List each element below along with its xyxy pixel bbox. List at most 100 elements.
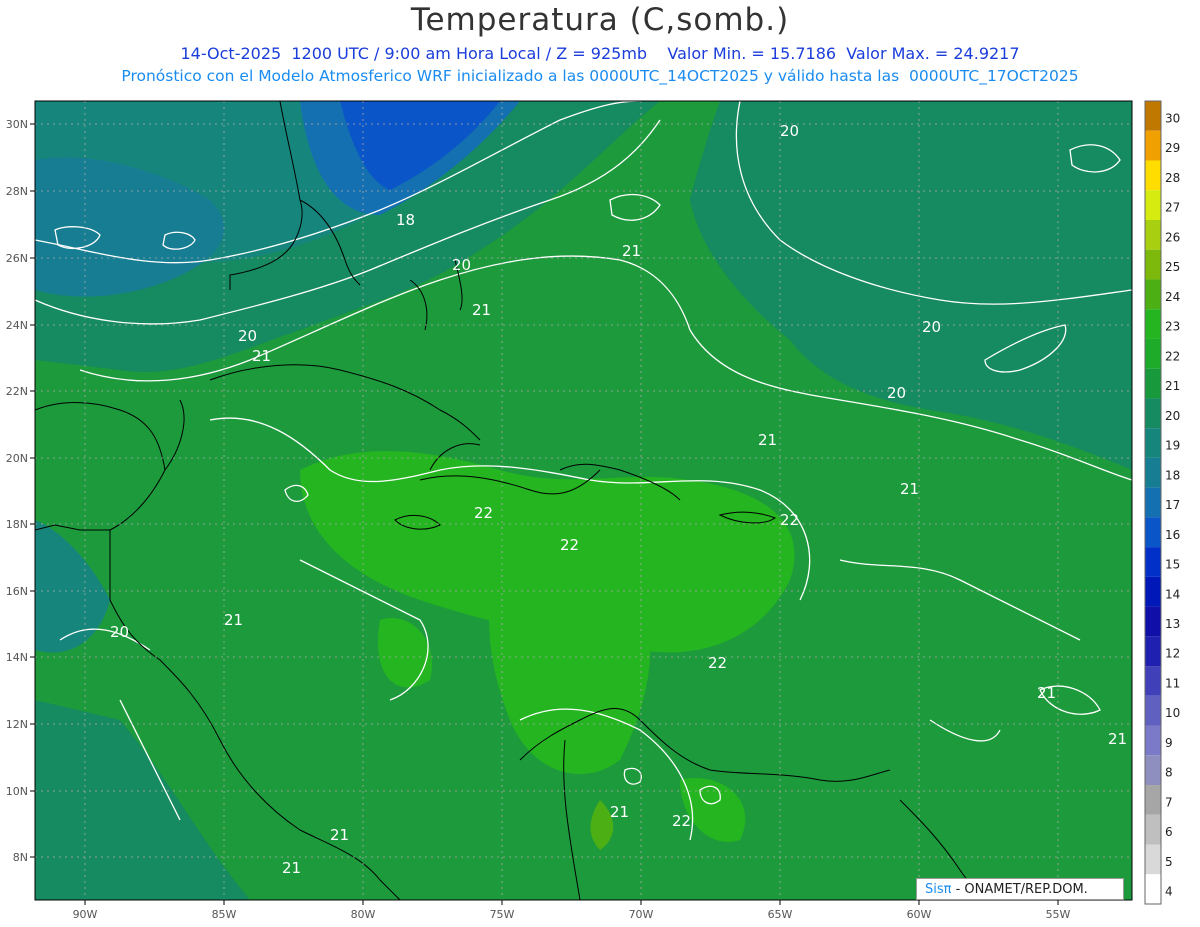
forecast-info: 14-Oct-2025 1200 UTC / 9:00 am Hora Loca…	[180, 44, 1020, 63]
contour-label: 20	[452, 256, 471, 274]
colorbar-label: 25	[1165, 260, 1180, 274]
colorbar: 30 29 28 27 26 25 24 23 22 21 20 19 18 17 16 15 14 13 12 11…	[1144, 100, 1180, 905]
lon-label: 65W	[768, 908, 793, 921]
colorbar-swatch	[1145, 517, 1161, 548]
colorbar-label: 4	[1165, 885, 1173, 899]
colorbar-swatch	[1145, 428, 1161, 458]
colorbar-label: 6	[1165, 825, 1173, 839]
colorbar-label: 23	[1165, 320, 1180, 334]
model-info: Pronóstico con el Modelo Atmosferico WRF…	[121, 67, 1079, 85]
colorbar-label: 10	[1165, 706, 1180, 720]
weather-map: 20 18 20 21 21 20 21 20 20 21 21 22 22 2…	[6, 100, 1180, 921]
lon-label: 70W	[629, 908, 654, 921]
lat-label: 10N	[6, 785, 28, 798]
colorbar-swatch	[1145, 725, 1161, 756]
colorbar-swatch	[1145, 695, 1161, 726]
colorbar-label: 16	[1165, 528, 1180, 542]
contour-label: 22	[780, 511, 799, 529]
latitude-labels: 30N 28N 26N 24N 22N 20N 18N 16N 14N 12N …	[6, 118, 28, 864]
colorbar-swatch	[1145, 755, 1161, 786]
lat-label: 18N	[6, 518, 28, 531]
colorbar-swatch	[1145, 576, 1161, 607]
colorbar-label: 28	[1165, 171, 1180, 185]
lon-label: 80W	[351, 908, 376, 921]
colorbar-label: 29	[1165, 141, 1180, 155]
colorbar-swatch	[1145, 547, 1161, 577]
colorbar-swatch	[1145, 338, 1161, 369]
colorbar-label: 15	[1165, 558, 1180, 572]
colorbar-swatch	[1145, 844, 1161, 875]
contour-label: 22	[474, 504, 493, 522]
contour-label: 21	[622, 242, 641, 260]
contour-label: 21	[282, 859, 301, 877]
colorbar-label: 11	[1165, 676, 1180, 690]
contour-label: 21	[900, 480, 919, 498]
lon-label: 85W	[212, 908, 237, 921]
colorbar-swatch	[1145, 398, 1161, 429]
contour-label: 20	[238, 327, 257, 345]
contour-label: 22	[708, 654, 727, 672]
lon-label: 55W	[1046, 908, 1071, 921]
colorbar-label: 19	[1165, 439, 1180, 453]
lat-label: 16N	[6, 585, 28, 598]
colorbar-label: 13	[1165, 617, 1180, 631]
longitude-labels: 90W 85W 80W 75W 70W 65W 60W 55W	[73, 908, 1071, 921]
lat-label: 24N	[6, 319, 28, 332]
colorbar-swatch	[1145, 606, 1161, 637]
contour-label: 18	[396, 211, 415, 229]
lon-label: 60W	[907, 908, 932, 921]
lat-label: 8N	[13, 851, 28, 864]
contour-label: 21	[758, 431, 777, 449]
lon-label: 90W	[73, 908, 98, 921]
colorbar-label: 24	[1165, 290, 1180, 304]
org-label: - ONAMET/REP.DOM.	[951, 882, 1088, 897]
colorbar-label: 30	[1165, 111, 1180, 125]
colorbar-swatch	[1145, 190, 1161, 220]
colorbar-swatch	[1145, 368, 1161, 399]
brand-label: Sisπ	[925, 882, 952, 897]
colorbar-swatch	[1145, 279, 1161, 310]
colorbar-label: 27	[1165, 201, 1180, 215]
contour-label: 21	[252, 347, 271, 365]
colorbar-label: 20	[1165, 409, 1180, 423]
colorbar-label: 12	[1165, 647, 1180, 661]
contour-label: 21	[610, 803, 629, 821]
contour-label: 20	[110, 623, 129, 641]
contour-label: 21	[224, 611, 243, 629]
colorbar-swatch	[1145, 130, 1161, 161]
colorbar-swatch	[1145, 249, 1161, 280]
colorbar-swatch	[1145, 636, 1161, 667]
colorbar-label: 21	[1165, 379, 1180, 393]
colorbar-label: 14	[1165, 587, 1180, 601]
colorbar-swatch	[1145, 487, 1161, 518]
colorbar-swatch	[1145, 160, 1161, 191]
lon-label: 75W	[490, 908, 515, 921]
colorbar-swatch	[1145, 309, 1161, 339]
colorbar-label: 26	[1165, 230, 1180, 244]
lat-label: 28N	[6, 185, 28, 198]
contour-label: 21	[1108, 730, 1127, 748]
colorbar-label: 18	[1165, 468, 1180, 482]
colorbar-label: 8	[1165, 766, 1173, 780]
lat-label: 26N	[6, 252, 28, 265]
colorbar-label: 22	[1165, 349, 1180, 363]
lat-label: 14N	[6, 651, 28, 664]
colorbar-label: 9	[1165, 736, 1173, 750]
map-title: Temperatura (C,somb.)	[410, 2, 790, 38]
contour-label: 22	[672, 812, 691, 830]
colorbar-label: 17	[1165, 498, 1180, 512]
lat-label: 20N	[6, 452, 28, 465]
colorbar-label: 5	[1165, 855, 1173, 869]
colorbar-swatch	[1145, 814, 1161, 845]
colorbar-swatch	[1145, 874, 1161, 904]
colorbar-swatch	[1145, 785, 1161, 815]
contour-label: 22	[560, 536, 579, 554]
lat-label: 22N	[6, 385, 28, 398]
colorbar-swatch	[1145, 219, 1161, 250]
colorbar-swatch	[1145, 666, 1161, 696]
contour-label: 20	[780, 122, 799, 140]
contour-label: 21	[1037, 684, 1056, 702]
contour-label: 20	[887, 384, 906, 402]
contour-label: 20	[922, 318, 941, 336]
colorbar-label: 7	[1165, 795, 1173, 809]
